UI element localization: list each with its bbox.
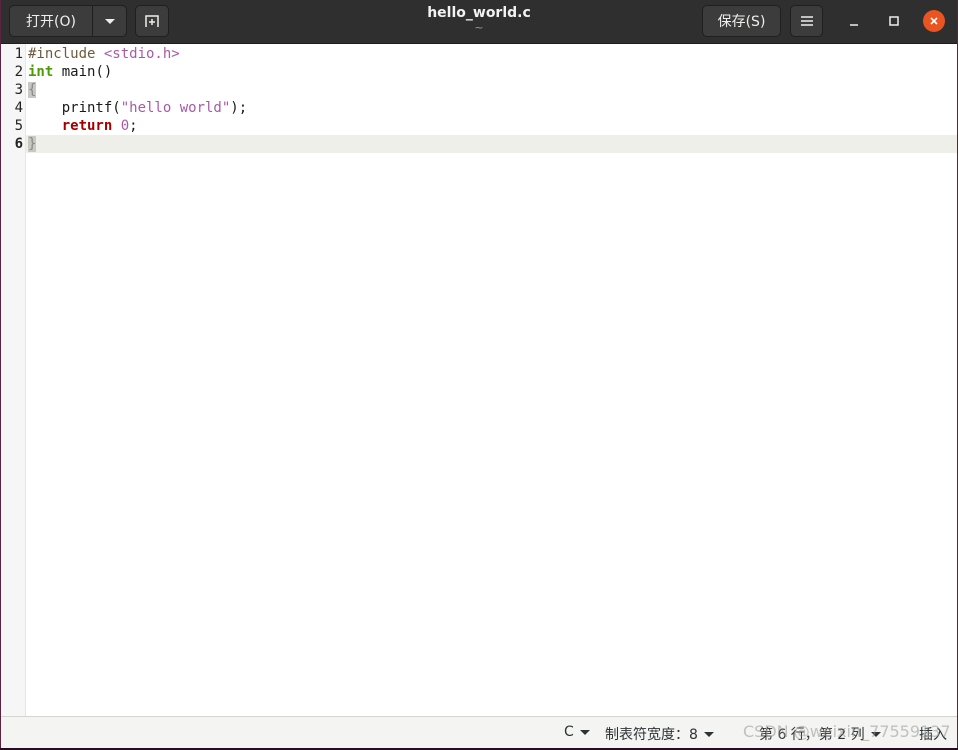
maximize-icon bbox=[889, 16, 899, 26]
text-editor[interactable]: 123456 #include <stdio.h> int main(){ pri… bbox=[1, 44, 957, 716]
code-line[interactable]: #include <stdio.h> bbox=[28, 45, 957, 63]
new-tab-icon bbox=[145, 15, 159, 27]
code-token: ; bbox=[129, 118, 138, 134]
maximize-button[interactable] bbox=[883, 10, 905, 32]
code-line[interactable]: int main() bbox=[28, 63, 957, 81]
line-number: 3 bbox=[14, 82, 23, 98]
code-token: } bbox=[28, 136, 37, 152]
hamburger-icon bbox=[800, 16, 813, 26]
code-line[interactable]: return 0; bbox=[28, 117, 957, 135]
minimize-button[interactable] bbox=[843, 10, 865, 32]
code-token: return bbox=[61, 118, 113, 134]
new-tab-button[interactable] bbox=[135, 5, 169, 37]
code-token: main() bbox=[53, 64, 113, 80]
window-title: hello_world.c bbox=[427, 5, 531, 21]
tab-width-label: 制表符宽度：8 bbox=[605, 727, 698, 743]
close-icon bbox=[930, 17, 938, 25]
open-dropdown-button[interactable] bbox=[92, 5, 127, 37]
save-button-label: 保存(S) bbox=[717, 14, 766, 30]
chevron-down-icon bbox=[579, 729, 590, 735]
watermark: CSDN @weixin_77559137 bbox=[743, 722, 951, 741]
code-token: ); bbox=[230, 100, 248, 116]
code-token: 0 bbox=[120, 118, 130, 134]
code-token: { bbox=[28, 82, 37, 98]
line-number: 6 bbox=[14, 136, 23, 152]
code-token: printf( bbox=[28, 100, 121, 116]
gedit-window: 打开(O) hello_world.c ~ 保存(S) 1 2 3 4 5 6 … bbox=[0, 0, 958, 748]
code-token: #include bbox=[28, 46, 104, 62]
hamburger-menu-button[interactable] bbox=[790, 5, 823, 37]
tab-width-selector[interactable]: 制表符宽度：8 bbox=[605, 724, 714, 744]
chevron-down-icon bbox=[703, 731, 714, 737]
line-number-gutter: 1 2 3 4 5 6 bbox=[1, 44, 26, 716]
close-button[interactable] bbox=[923, 10, 945, 32]
header-bar: 打开(O) hello_world.c ~ 保存(S) bbox=[1, 0, 957, 44]
code-line[interactable]: { bbox=[28, 81, 957, 99]
open-button[interactable]: 打开(O) bbox=[9, 5, 93, 37]
code-token: <stdio.h> bbox=[103, 46, 180, 62]
code-token: "hello world" bbox=[120, 100, 231, 116]
line-number: 5 bbox=[14, 118, 23, 134]
line-number: 2 bbox=[14, 64, 23, 80]
line-number: 4 bbox=[14, 100, 23, 116]
code-line[interactable]: } bbox=[26, 135, 957, 153]
minimize-icon bbox=[850, 24, 858, 26]
code-line[interactable]: printf("hello world"); bbox=[28, 99, 957, 117]
save-button[interactable]: 保存(S) bbox=[702, 5, 781, 37]
line-number: 1 bbox=[14, 46, 23, 62]
status-bar: C 制表符宽度：8 第 6 行，第 2 列 插入 CSDN @weixin_77… bbox=[1, 716, 957, 748]
open-button-label: 打开(O) bbox=[26, 14, 76, 30]
chevron-down-icon bbox=[104, 18, 115, 24]
language-selector[interactable]: C bbox=[564, 724, 590, 740]
title-area: hello_world.c ~ bbox=[381, 5, 577, 33]
window-subtitle: ~ bbox=[474, 21, 484, 34]
code-token: int bbox=[28, 64, 54, 80]
language-label: C bbox=[564, 724, 574, 740]
